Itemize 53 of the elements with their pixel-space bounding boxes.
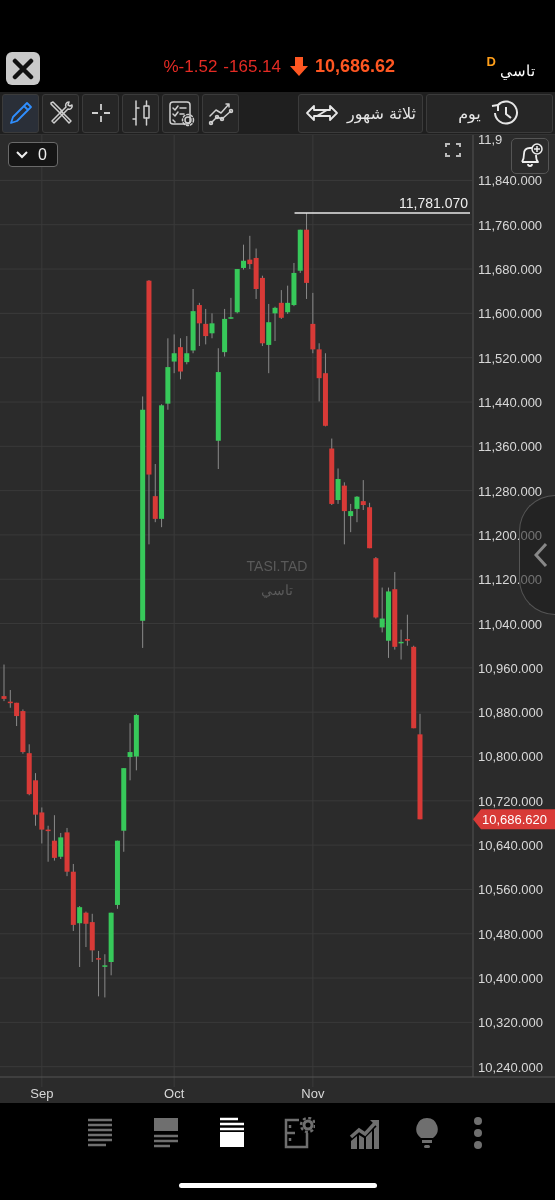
tool-button[interactable] — [162, 93, 199, 133]
more-icon — [472, 1116, 483, 1150]
axis-tick-label: 11,200.000 — [478, 527, 543, 543]
axis-tick-label: 11,840.000 — [478, 173, 543, 189]
axis-tick-label: 11,440.000 — [478, 395, 543, 410]
axis-tick-label: 10,720.000 — [478, 793, 544, 809]
close-button[interactable] — [6, 52, 40, 85]
period-label: D — [486, 54, 496, 69]
chevron-left-icon — [533, 542, 548, 568]
axis-tick-label: 10,400.000 — [478, 971, 544, 987]
high-price-label: 11,781.070 — [398, 195, 468, 212]
change-value: -165.14 — [223, 56, 282, 77]
axis-tick-label: 11,9 — [478, 135, 503, 147]
axis-tick-label: 10,240.000 — [478, 1059, 544, 1075]
axis-tick-label: 10,960.000 — [478, 660, 544, 676]
lightbulb-icon — [415, 1116, 440, 1150]
checklist-settings-icon — [166, 99, 195, 127]
fullscreen-icon — [445, 142, 461, 158]
double-arrow-icon — [305, 104, 340, 122]
change-percent: %-1.52 — [163, 56, 218, 77]
symbol-name: تاسي — [500, 62, 535, 80]
tool-button[interactable] — [2, 93, 39, 133]
tool-button[interactable] — [202, 93, 239, 133]
arrow-down-icon — [289, 56, 310, 77]
panel-gear-icon — [283, 1116, 316, 1150]
axis-tick-label: 10,640.000 — [478, 838, 544, 854]
layer-dropdown[interactable]: 0 — [8, 142, 58, 167]
tool-button[interactable] — [42, 93, 79, 133]
tool-button[interactable] — [122, 93, 159, 133]
axis-tick-label: 10,320.000 — [478, 1015, 544, 1031]
axis-tick-label: 11,360.000 — [478, 439, 543, 455]
axis-tick-label: 11,760.000 — [478, 217, 543, 233]
tool-button[interactable] — [82, 93, 119, 133]
axis-tick-label: 11,280.000 — [478, 483, 543, 499]
chevron-down-icon — [16, 150, 28, 159]
close-icon — [12, 57, 34, 80]
axis-tick-label: 10,880.000 — [478, 705, 544, 721]
axis-tick-label: Sep — [30, 1086, 54, 1101]
axis-tick-label: 11,120.000 — [478, 572, 543, 588]
interval-button[interactable]: يوم — [426, 93, 553, 133]
range-button[interactable]: ثلاثة شهور — [298, 93, 423, 133]
axis-tick-label: 11,600.000 — [478, 306, 543, 322]
alert-button[interactable] — [511, 138, 549, 174]
axis-tick-label: Nov — [301, 1086, 325, 1101]
axis-tick-label: 10,480.000 — [478, 926, 544, 942]
axis-tick-label: 11,680.000 — [478, 262, 543, 278]
axis-tick-label: 11,520.000 — [478, 350, 543, 366]
axis-tick-label: 10,800.000 — [478, 749, 544, 765]
last-price: 10,686.62 — [315, 56, 396, 77]
last-price-tag: 10,686.620 — [473, 809, 555, 830]
axis-tick-label: 11,040.000 — [478, 616, 543, 632]
axis-tick-label: 10,560.000 — [478, 882, 544, 898]
axis-tick-label: Oct — [164, 1086, 185, 1101]
